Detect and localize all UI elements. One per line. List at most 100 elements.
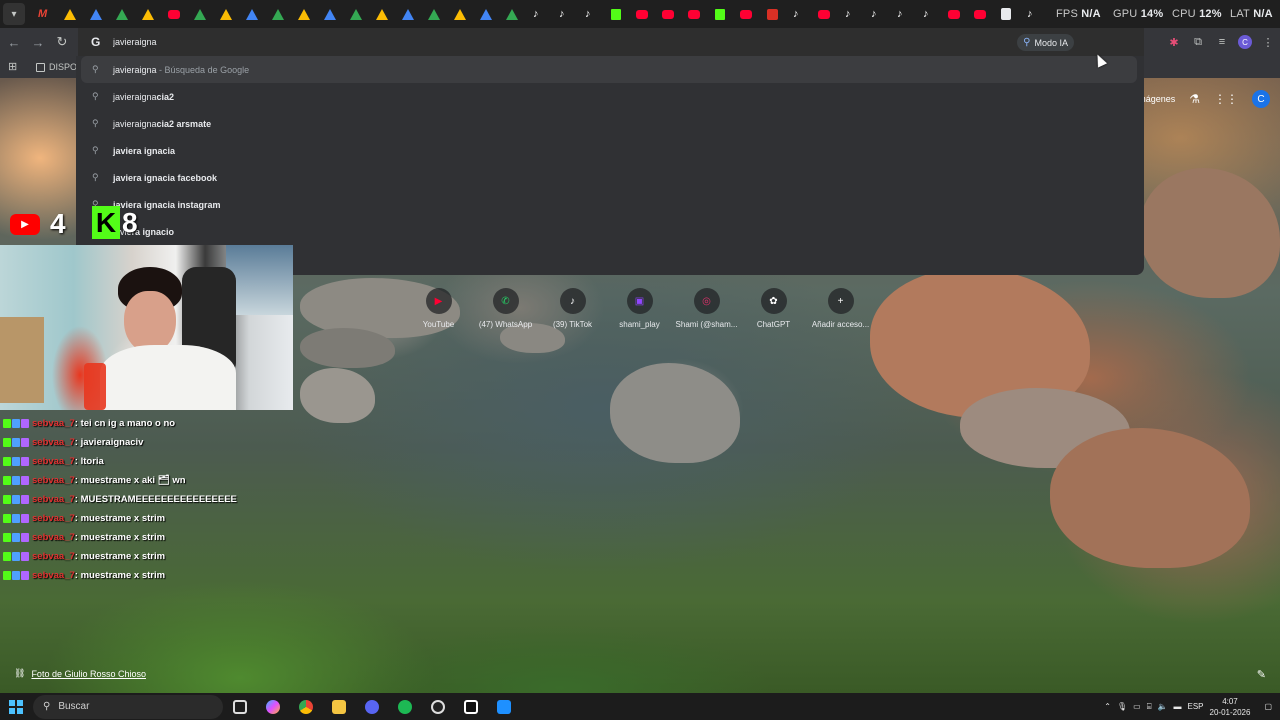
- apps-grid-icon[interactable]: ⊞: [8, 60, 22, 74]
- tab-youtube[interactable]: [655, 1, 681, 27]
- tab-youtube[interactable]: [733, 1, 759, 27]
- discord-icon[interactable]: [355, 694, 388, 720]
- labs-icon[interactable]: ⚗: [1189, 92, 1200, 106]
- camera-icon[interactable]: ▭: [1133, 702, 1141, 711]
- tab-drive[interactable]: [187, 1, 213, 27]
- language-indicator[interactable]: ESP: [1188, 702, 1204, 711]
- tiktok-icon: ♪: [923, 7, 929, 20]
- tab-drive[interactable]: [291, 1, 317, 27]
- suggestion-item[interactable]: ⚲javiera ignacio: [76, 218, 1144, 245]
- tab-drive[interactable]: [369, 1, 395, 27]
- tab-drive[interactable]: [499, 1, 525, 27]
- chrome-icon[interactable]: [289, 694, 322, 720]
- tab-tiktok[interactable]: ♪: [551, 1, 577, 27]
- profile-avatar[interactable]: C: [1238, 35, 1252, 49]
- kebab-menu-icon[interactable]: ⋮: [1260, 34, 1276, 50]
- suggestion-item[interactable]: ⚲ javieraigna - Búsqueda de Google: [81, 56, 1137, 83]
- network-icon[interactable]: ⌸: [1147, 702, 1152, 712]
- chevron-up-icon[interactable]: ⌃: [1104, 702, 1111, 711]
- tab-tiktok[interactable]: ♪: [577, 1, 603, 27]
- tab-drive[interactable]: [317, 1, 343, 27]
- task-view-icon[interactable]: [223, 694, 256, 720]
- tab-youtube[interactable]: [941, 1, 967, 27]
- puzzle-icon[interactable]: ⧉: [1190, 34, 1206, 50]
- tab-youtube[interactable]: [161, 1, 187, 27]
- obs-icon[interactable]: [421, 694, 454, 720]
- tab-drive[interactable]: [109, 1, 135, 27]
- apps-grid-icon[interactable]: ⋮⋮: [1214, 92, 1238, 106]
- chat-badges: [3, 552, 29, 561]
- clock[interactable]: 4:07 20-01-2026: [1210, 696, 1251, 718]
- tab-youtube[interactable]: [629, 1, 655, 27]
- modo-ia-label: Modo IA: [1034, 37, 1068, 48]
- suggestion-item[interactable]: ⚲ javiera ignacia: [76, 137, 1144, 164]
- youtube-viewers: 4: [50, 208, 66, 239]
- shortcut-tile[interactable]: ▣ shami_play: [606, 288, 673, 329]
- tab-doc[interactable]: [993, 1, 1019, 27]
- shortcut-tile[interactable]: ✆ (47) WhatsApp: [472, 288, 539, 329]
- tab-tiktok[interactable]: ♪: [863, 1, 889, 27]
- tab-drive[interactable]: [135, 1, 161, 27]
- microphone-icon[interactable]: 🎙: [1117, 702, 1127, 711]
- account-avatar[interactable]: C: [1252, 90, 1270, 108]
- app-icon[interactable]: [487, 694, 520, 720]
- forward-button[interactable]: →: [26, 30, 50, 54]
- tiktok-icon: ♪: [845, 7, 851, 20]
- tab-tiktok[interactable]: ♪: [837, 1, 863, 27]
- back-button[interactable]: ←: [2, 30, 26, 54]
- tab-gmail[interactable]: M: [31, 1, 57, 27]
- tab-youtube[interactable]: [967, 1, 993, 27]
- tab-tiktok[interactable]: ♪: [1019, 1, 1045, 27]
- shortcut-tile[interactable]: ♪ (39) TikTok: [539, 288, 606, 329]
- tab-kick[interactable]: [707, 1, 733, 27]
- tab-tiktok[interactable]: ♪: [889, 1, 915, 27]
- tab-red[interactable]: [759, 1, 785, 27]
- tab-youtube[interactable]: [681, 1, 707, 27]
- bookmark-item[interactable]: DISPO: [36, 62, 77, 72]
- tab-drive[interactable]: [447, 1, 473, 27]
- address-input[interactable]: [113, 37, 713, 47]
- spotify-icon[interactable]: [388, 694, 421, 720]
- tab-tiktok[interactable]: ♪: [785, 1, 811, 27]
- customize-pencil-icon[interactable]: ✎: [1257, 668, 1266, 681]
- extension-icon[interactable]: ✱: [1166, 34, 1182, 50]
- tab-kick[interactable]: [603, 1, 629, 27]
- copilot-icon[interactable]: [256, 694, 289, 720]
- media-control-icon[interactable]: ≡: [1214, 34, 1230, 50]
- file-explorer-icon[interactable]: [322, 694, 355, 720]
- shortcut-tile[interactable]: ▶ YouTube: [405, 288, 472, 329]
- suggestion-item[interactable]: ⚲ javiera ignacia instagram: [76, 191, 1144, 218]
- tab-drive[interactable]: [265, 1, 291, 27]
- reload-button[interactable]: ↻: [50, 30, 74, 54]
- tab-youtube[interactable]: [811, 1, 837, 27]
- shortcut-tile[interactable]: ✿ ChatGPT: [740, 288, 807, 329]
- shortcut-tile[interactable]: + Añadir acceso...: [807, 288, 874, 329]
- shortcut-tile[interactable]: ◎ Shami (@sham...: [673, 288, 740, 329]
- suggestion-item[interactable]: ⚲ javiera ignacia facebook: [76, 164, 1144, 191]
- tab-drive[interactable]: [57, 1, 83, 27]
- speaker-icon[interactable]: 🔈: [1158, 702, 1168, 711]
- tab-drive[interactable]: [473, 1, 499, 27]
- youtube-icon: [740, 9, 752, 19]
- omnibox[interactable]: G ⚲ Modo IA: [78, 28, 1144, 56]
- tab-drive[interactable]: [83, 1, 109, 27]
- windows-start-icon[interactable]: [9, 699, 23, 714]
- capcut-icon[interactable]: [454, 694, 487, 720]
- tab-drive[interactable]: [395, 1, 421, 27]
- tab-drive[interactable]: [213, 1, 239, 27]
- tab-drive[interactable]: [239, 1, 265, 27]
- tab-tiktok[interactable]: ♪: [915, 1, 941, 27]
- photo-credit[interactable]: ⛓ Foto de Giulio Rosso Chioso: [14, 668, 146, 679]
- suggestion-item[interactable]: ⚲ javieraignacia2: [76, 83, 1144, 110]
- suggestion-item[interactable]: ⚲ javieraignacia2 arsmate: [76, 110, 1144, 137]
- notification-icon[interactable]: ▢: [1264, 702, 1272, 711]
- tab-tiktok[interactable]: ♪: [525, 1, 551, 27]
- modo-ia-button[interactable]: ⚲ Modo IA: [1017, 34, 1074, 51]
- tab-drive[interactable]: [421, 1, 447, 27]
- tab-search-button[interactable]: ▾: [3, 3, 25, 25]
- photo-credit-link[interactable]: Foto de Giulio Rosso Chioso: [31, 669, 146, 679]
- shortcut-label: shami_play: [619, 320, 660, 329]
- tab-drive[interactable]: [343, 1, 369, 27]
- taskbar-search[interactable]: ⚲ Buscar: [33, 694, 223, 719]
- battery-icon[interactable]: ▬: [1174, 702, 1182, 711]
